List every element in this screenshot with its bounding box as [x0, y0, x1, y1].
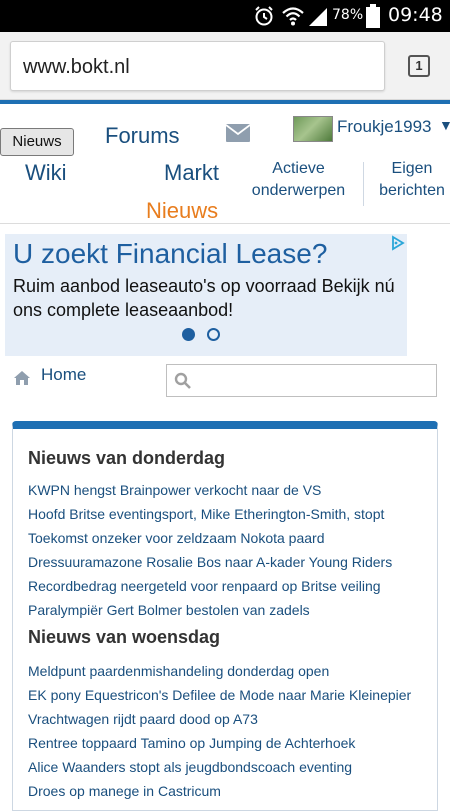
news-item[interactable]: Recordbedrag neergeteld voor renpaard op…: [28, 578, 381, 594]
signal-icon: [308, 5, 328, 32]
news-item[interactable]: KWPN hengst Brainpower verkocht naar de …: [28, 482, 321, 498]
battery-percentage: 78%: [332, 7, 364, 23]
adchoices-icon[interactable]: [390, 235, 406, 251]
news-block: Nieuws van donderdag KWPN hengst Brainpo…: [12, 421, 438, 811]
nav-menu-button[interactable]: Nieuws: [0, 128, 74, 156]
username: Froukje1993: [337, 117, 432, 136]
chevron-down-icon: ▼: [439, 117, 450, 133]
battery-icon: [366, 4, 380, 33]
news-item[interactable]: Dressuuramazone Rosalie Bos naar A-kader…: [28, 554, 392, 570]
breadcrumb-home[interactable]: Home: [41, 365, 86, 385]
news-item[interactable]: Droes op manege in Castricum: [28, 783, 221, 799]
nav-wiki[interactable]: Wiki: [25, 160, 67, 186]
nav-eigen-berichten[interactable]: Eigen berichten: [374, 158, 450, 202]
news-item[interactable]: Hoofd Britse eventingsport, Mike Etherin…: [28, 506, 384, 522]
search-input[interactable]: [197, 369, 432, 393]
carousel-dot[interactable]: [207, 328, 220, 341]
news-item[interactable]: Meldpunt paardenmishandeling donderdag o…: [28, 663, 329, 679]
ad-body: Ruim aanbod leaseauto's op voorraad Beki…: [13, 276, 395, 320]
search-icon[interactable]: [174, 372, 192, 395]
wifi-icon: [281, 5, 305, 32]
tab-switcher-button[interactable]: 1: [408, 55, 430, 77]
site-header: Nieuws Forums Wiki Markt Nieuws Froukje1…: [0, 100, 450, 224]
nav-divider: [363, 162, 364, 206]
search-box[interactable]: [166, 364, 437, 397]
clock: 09:48: [388, 4, 443, 26]
news-section-heading: Nieuws van woensdag: [28, 627, 221, 647]
advertisement[interactable]: U zoekt Financial Lease? Ruim aanbod lea…: [5, 234, 407, 356]
news-item[interactable]: Alice Waanders stopt als jeugdbondscoach…: [28, 759, 352, 775]
status-bar: 78% 09:48: [0, 0, 450, 32]
address-bar[interactable]: www.bokt.nl: [10, 41, 385, 91]
news-item[interactable]: Toekomst onzeker voor zeldzaam Nokota pa…: [28, 530, 324, 546]
nav-markt[interactable]: Markt: [164, 160, 219, 186]
nav-forums[interactable]: Forums: [105, 123, 180, 149]
news-item[interactable]: Vrachtwagen rijdt paard dood op A73: [28, 711, 258, 727]
news-item[interactable]: EK pony Equestricon's Defilee de Mode na…: [28, 687, 411, 703]
carousel-dot-active[interactable]: [182, 328, 195, 341]
ad-title[interactable]: U zoekt Financial Lease?: [13, 238, 327, 270]
nav-nieuws[interactable]: Nieuws: [146, 198, 218, 224]
alarm-icon: [253, 5, 275, 32]
news-section-heading: Nieuws van donderdag: [28, 448, 226, 468]
nav-actieve-onderwerpen[interactable]: Actieve onderwerpen: [246, 158, 351, 202]
avatar: [293, 116, 333, 142]
home-icon[interactable]: [13, 370, 31, 391]
mail-icon[interactable]: [225, 124, 251, 147]
news-item[interactable]: Rentree toppaard Tamino op Jumping de Ac…: [28, 735, 355, 751]
news-item[interactable]: Paralympiër Gert Bolmer bestolen van zad…: [28, 602, 310, 618]
browser-toolbar: www.bokt.nl 1: [0, 32, 450, 100]
url-text: www.bokt.nl: [23, 56, 130, 78]
